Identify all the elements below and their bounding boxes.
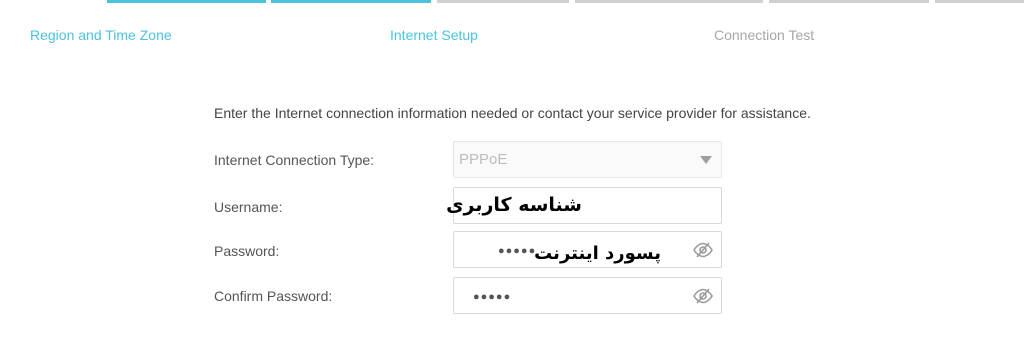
confirm-password-mask: ●●●●● (473, 291, 512, 303)
username-annotation: شناسه کاربری (446, 194, 582, 216)
confirm-password-label: Confirm Password: (214, 288, 333, 304)
password-mask: ●●●●● (498, 245, 537, 257)
progress-segment-6 (935, 0, 1024, 3)
eye-slash-icon[interactable] (693, 241, 713, 259)
username-label: Username: (214, 199, 283, 215)
progress-segment-5 (769, 0, 929, 3)
wizard-progress-bar (0, 0, 1024, 3)
intro-text: Enter the Internet connection informatio… (214, 105, 811, 121)
step-region-time-zone[interactable]: Region and Time Zone (30, 27, 172, 43)
connection-type-select[interactable]: PPPoE (453, 141, 722, 178)
confirm-password-input[interactable]: ●●●●● (453, 277, 722, 314)
password-label: Password: (214, 243, 280, 259)
progress-segment-1 (107, 0, 266, 3)
connection-type-label: Internet Connection Type: (214, 152, 375, 168)
progress-segment-4 (575, 0, 763, 3)
progress-segment-2 (271, 0, 431, 3)
eye-slash-icon[interactable] (693, 287, 713, 305)
connection-type-value: PPPoE (459, 151, 508, 168)
password-annotation: پسورد اینترنت (534, 243, 661, 264)
step-connection-test: Connection Test (714, 27, 815, 43)
chevron-down-icon (700, 156, 712, 164)
progress-segment-3 (437, 0, 569, 3)
step-internet-setup[interactable]: Internet Setup (390, 27, 478, 43)
